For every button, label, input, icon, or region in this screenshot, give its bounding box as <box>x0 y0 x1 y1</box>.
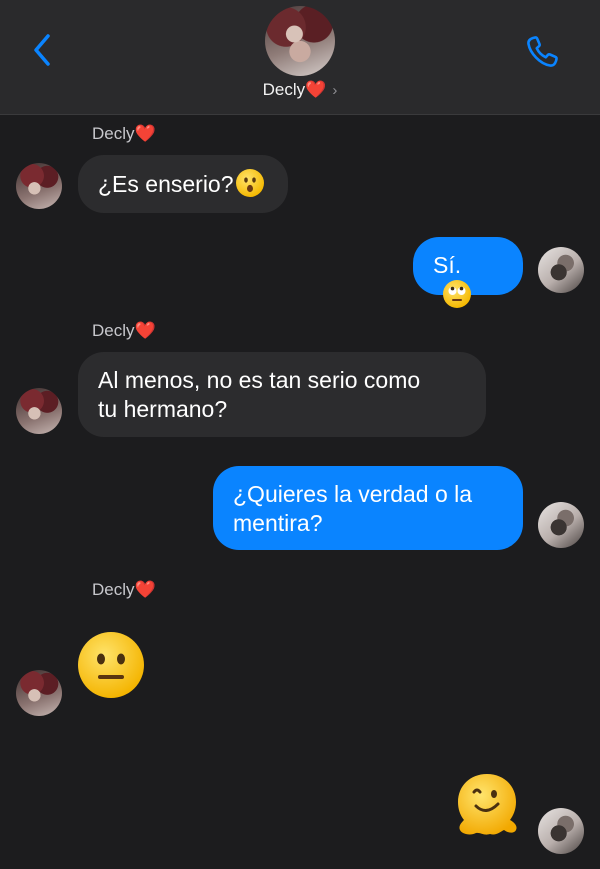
message-text: Sí. <box>433 252 462 278</box>
hushed-face-icon <box>235 169 264 197</box>
back-button[interactable] <box>28 30 56 70</box>
chevron-right-icon: › <box>332 82 338 99</box>
neutral-face-icon[interactable] <box>78 632 144 698</box>
call-button[interactable] <box>522 32 562 72</box>
avatar[interactable] <box>16 163 62 209</box>
heart-icon: ❤️ <box>134 321 156 340</box>
heart-icon: ❤️ <box>305 80 327 99</box>
message-text-line: tu hermano? <box>98 396 228 422</box>
message-bubble-outgoing[interactable]: ¿Quieres la verdad o la mentira? <box>213 466 523 550</box>
message-text: ¿Es enserio? <box>98 171 234 197</box>
avatar[interactable] <box>16 388 62 434</box>
sender-name: Decly❤️ <box>92 124 156 143</box>
chat-header: Decly❤️ › <box>0 0 600 115</box>
heart-icon: ❤️ <box>134 580 156 599</box>
heart-icon: ❤️ <box>134 124 156 143</box>
message-bubble-incoming[interactable]: ¿Es enserio? <box>78 155 288 213</box>
sender-name: Decly❤️ <box>92 321 156 340</box>
face-with-rolling-eyes-icon <box>443 280 471 308</box>
message-text-line: ¿Quieres la verdad o la <box>233 481 473 507</box>
avatar[interactable] <box>538 502 584 548</box>
chevron-left-icon <box>34 34 50 66</box>
avatar[interactable] <box>538 808 584 854</box>
message-bubble-incoming[interactable]: Al menos, no es tan serio como tu herman… <box>78 352 486 437</box>
avatar[interactable] <box>16 670 62 716</box>
sender-name: Decly❤️ <box>92 580 156 599</box>
melting-face-icon[interactable] <box>452 770 522 838</box>
contact-avatar[interactable] <box>265 6 335 76</box>
message-text-line: mentira? <box>233 510 323 536</box>
message-bubble-outgoing[interactable]: Sí. <box>413 237 523 308</box>
contact-name: Decly <box>262 80 306 99</box>
avatar[interactable] <box>538 247 584 293</box>
contact-name-button[interactable]: Decly❤️ › <box>0 80 600 100</box>
phone-icon <box>527 36 558 67</box>
message-text-line: Al menos, no es tan serio como <box>98 367 421 393</box>
